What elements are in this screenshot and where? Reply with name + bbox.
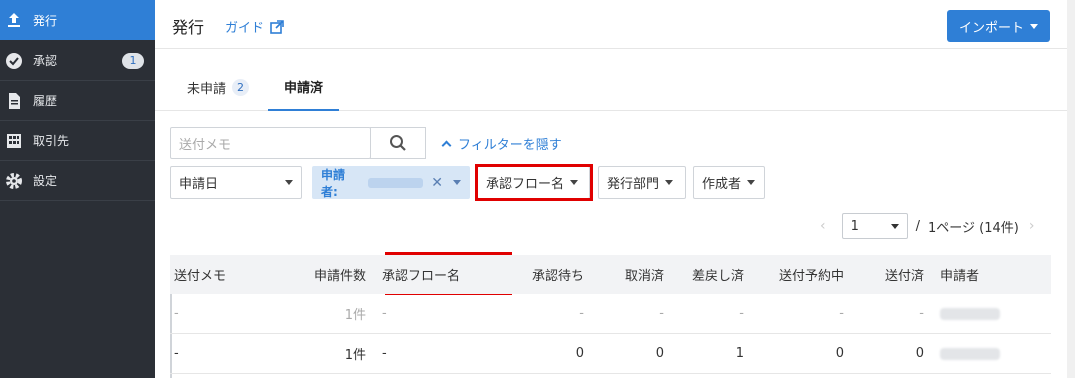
table-cell (932, 334, 1051, 373)
sidebar-item-label: 設定 (33, 174, 58, 188)
guide-link[interactable]: ガイド (225, 17, 284, 36)
table-cell: - (839, 306, 844, 321)
filter-label: 申請日 (179, 177, 219, 192)
column-header[interactable]: 差戻し済 (672, 255, 752, 294)
applications-table: 送付メモ 申請件数 承認フロー名 承認待ち 取消済 差戻し済 送付予約中 送付済… (170, 255, 1051, 374)
table-cell: 1件 (344, 348, 366, 363)
search-placeholder: 送付メモ (179, 137, 232, 153)
highlight-box (475, 164, 593, 201)
pagination: ‹ 1 / 1ページ (14件) › (820, 213, 1034, 239)
chevron-down-icon (453, 180, 461, 185)
table-cell: - (382, 346, 387, 361)
page-total: 1ページ (14件) (928, 220, 1019, 236)
table-cell: - (659, 306, 664, 321)
table-row[interactable]: - 1件 - - - - - - (170, 294, 1051, 334)
page-title: 発行 (172, 18, 205, 37)
column-header[interactable]: 送付メモ (170, 255, 290, 294)
column-header[interactable]: 申請件数 (290, 255, 380, 294)
tab-applied[interactable]: 申請済 (268, 63, 340, 111)
chevron-right-icon[interactable]: › (1029, 218, 1035, 234)
filter-application-date[interactable]: 申請日 (170, 166, 302, 199)
approval-count-badge: 1 (122, 53, 144, 69)
redacted-applicant (367, 177, 424, 188)
sidebar-item-label: 発行 (33, 13, 58, 28)
table-cell: - (919, 306, 924, 321)
table-row[interactable]: - 1件 - 0 0 1 0 0 (170, 334, 1051, 374)
chevron-left-icon[interactable]: ‹ (820, 218, 826, 234)
guide-link-label: ガイド (225, 21, 265, 36)
hide-filter-toggle[interactable]: フィルターを隠す (441, 134, 562, 153)
sidebar-item-settings[interactable]: 設定 (0, 161, 155, 201)
page-header: 発行 ガイド インポート (155, 0, 1067, 49)
table-header: 送付メモ 申請件数 承認フロー名 承認待ち 取消済 差戻し済 送付予約中 送付済… (170, 255, 1051, 294)
table-cell: 0 (575, 346, 584, 361)
chevron-down-icon (665, 180, 674, 185)
status-tabs: 未申請 2 申請済 (155, 63, 1067, 111)
filter-label: 作成者 (702, 177, 742, 192)
hide-filter-label: フィルターを隠す (458, 138, 562, 153)
table-cell: 0 (835, 346, 844, 361)
redacted-name (940, 347, 1000, 360)
table-cell: - (382, 306, 387, 321)
sidebar: 発行 承認 1 履歴 取引先 設定 (0, 0, 155, 378)
filter-department[interactable]: 発行部門 (598, 166, 686, 199)
document-icon (5, 92, 23, 110)
chevron-down-icon (285, 180, 293, 185)
gear-icon (5, 172, 23, 190)
column-header[interactable]: 承認待ち (492, 255, 592, 294)
table-cell: 0 (655, 346, 664, 361)
table-cell: 1件 (344, 308, 366, 323)
table-cell (932, 294, 1051, 333)
sidebar-item-label: 承認 (33, 54, 58, 68)
chevron-down-icon (890, 223, 899, 229)
sidebar-item-label: 履歴 (33, 94, 58, 108)
column-header[interactable]: 送付済 (852, 255, 932, 294)
filter-label: 申請者: (321, 167, 346, 199)
sidebar-item-label: 取引先 (33, 134, 70, 148)
search-input[interactable]: 送付メモ (170, 127, 371, 159)
chevron-down-icon (1030, 23, 1038, 29)
scrollbar[interactable] (1067, 0, 1075, 378)
main-content: 発行 ガイド インポート 未申請 2 申請済 送付メモ フィルターを隠す 申請日… (155, 0, 1075, 378)
import-button-label: インポート (958, 20, 1024, 36)
column-header[interactable]: 送付予約中 (752, 255, 852, 294)
import-button[interactable]: インポート (947, 10, 1050, 42)
clear-filter-icon[interactable]: ✕ (431, 175, 443, 191)
chevron-down-icon (747, 180, 756, 185)
sidebar-item-issue[interactable]: 発行 (0, 0, 155, 40)
sidebar-item-history[interactable]: 履歴 (0, 81, 155, 121)
tab-count-badge: 2 (232, 78, 250, 96)
table-cell: - (739, 306, 744, 321)
table-cell: - (579, 306, 584, 321)
tab-label: 未申請 (187, 81, 227, 97)
tab-unapplied[interactable]: 未申請 2 (187, 63, 250, 111)
column-header[interactable]: 取消済 (592, 255, 672, 294)
search-button[interactable] (370, 127, 426, 159)
external-link-icon (270, 19, 284, 34)
tab-label: 申請済 (284, 80, 324, 96)
check-circle-icon (5, 52, 23, 70)
column-header[interactable]: 承認フロー名 (380, 255, 492, 294)
search-icon (389, 135, 406, 151)
filter-applicant[interactable]: 申請者: ✕ (312, 166, 470, 199)
table-cell: - (174, 346, 179, 361)
table-cell: 1 (735, 346, 744, 361)
table-cell: 0 (915, 346, 924, 361)
page-separator: / (915, 218, 920, 234)
column-header[interactable]: 申請者 (932, 255, 1051, 294)
chevron-up-icon (441, 140, 452, 150)
sidebar-item-approval[interactable]: 承認 1 (0, 41, 155, 81)
redacted-name (940, 307, 1000, 320)
upload-icon (5, 11, 23, 29)
page-number: 1 (850, 218, 859, 234)
building-icon (5, 132, 23, 150)
sidebar-item-partners[interactable]: 取引先 (0, 121, 155, 161)
page-select[interactable]: 1 (841, 213, 908, 239)
filter-creator[interactable]: 作成者 (693, 166, 765, 199)
table-cell: - (174, 306, 179, 321)
filter-label: 発行部門 (607, 177, 660, 192)
